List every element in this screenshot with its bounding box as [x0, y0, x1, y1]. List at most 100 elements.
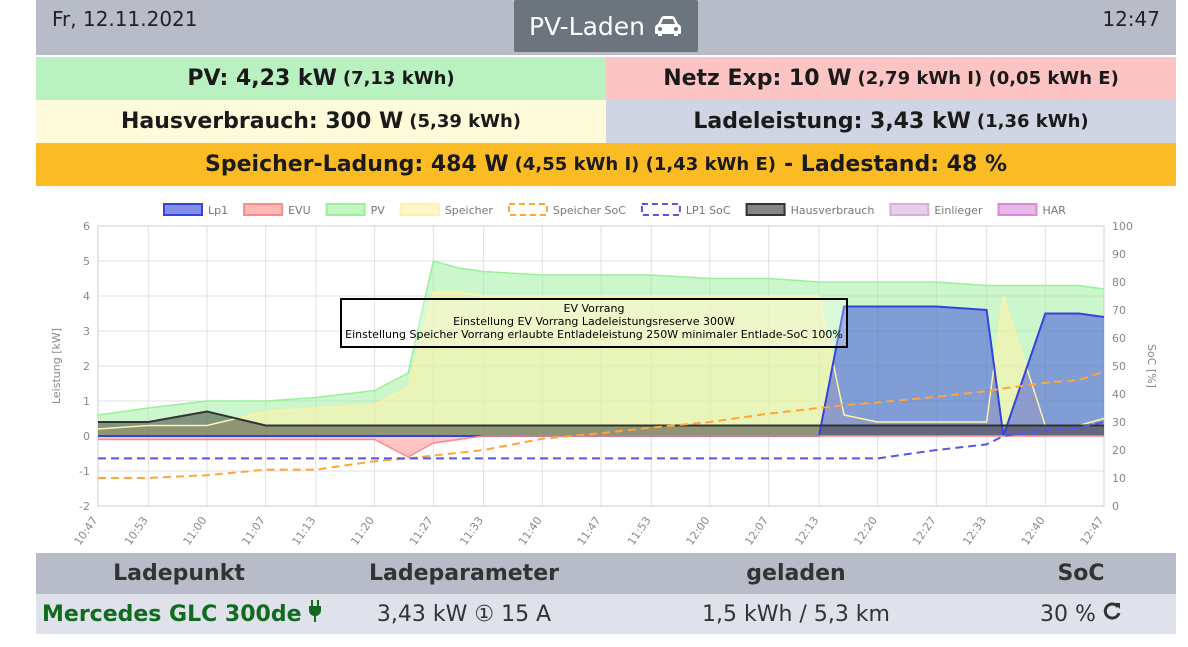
- legend-label: Einlieger: [934, 204, 983, 217]
- hausverbrauch-tile: Hausverbrauch: 300 W (5,39 kWh): [36, 100, 606, 143]
- y-tick-label: 5: [83, 255, 90, 268]
- y2-tick-label: 0: [1112, 500, 1119, 513]
- date-label: Fr, 12.11.2021: [52, 7, 198, 31]
- vehicle-cell[interactable]: Mercedes GLC 300de: [36, 594, 328, 634]
- annotation-line: Einstellung EV Vorrang Ladeleistungsrese…: [453, 315, 735, 328]
- y-tick-label: -1: [79, 465, 90, 478]
- legend-swatch: [507, 203, 548, 216]
- y-tick-label: -2: [79, 500, 90, 513]
- legend-swatch: [745, 203, 786, 216]
- y2-tick-label: 20: [1112, 444, 1126, 457]
- y2-tick-label: 70: [1112, 304, 1126, 317]
- legend-item[interactable]: Einlieger: [889, 203, 983, 217]
- vehicle-name: Mercedes GLC 300de: [42, 601, 302, 627]
- legend-label: HAR: [1042, 204, 1066, 217]
- y2-axis-label: SoC [%]: [1145, 344, 1158, 388]
- y-tick-label: 6: [83, 220, 90, 233]
- annotation-line: Einstellung Speicher Vorrang erlaubte En…: [345, 328, 843, 341]
- x-tick-label: 11:13: [290, 514, 319, 547]
- time-label: 12:47: [1102, 7, 1160, 31]
- legend-item[interactable]: PV: [325, 203, 386, 217]
- haus-value: Hausverbrauch: 300 W: [120, 109, 404, 134]
- legend-swatch: [325, 203, 366, 216]
- x-tick-label: 11:27: [407, 514, 436, 547]
- ladeparameter-value: 3,43 kW ① 15 A: [376, 601, 552, 627]
- x-tick-label: 11:53: [625, 514, 654, 547]
- x-tick-label: 11:47: [575, 514, 604, 547]
- car-icon: [653, 15, 683, 37]
- chart-annotation: EV VorrangEinstellung EV Vorrang Ladelei…: [340, 298, 848, 348]
- col-soc: SoC: [1057, 561, 1105, 586]
- pv-value: PV: 4,23 kW: [187, 66, 337, 91]
- y-axis-label: Leistung [kW]: [50, 328, 63, 404]
- x-tick-label: 12:27: [910, 514, 939, 547]
- x-tick-label: 12:13: [793, 514, 822, 547]
- y-tick-label: 3: [83, 325, 90, 338]
- legend-item[interactable]: Speicher: [399, 203, 494, 217]
- x-tick-label: 12:00: [684, 514, 713, 547]
- speicher-tile: Speicher-Ladung: 484 W (4,55 kWh I) (1,43…: [36, 143, 1176, 186]
- y2-tick-label: 50: [1112, 360, 1126, 373]
- legend-item[interactable]: LP1 SoC: [640, 203, 731, 217]
- refresh-icon[interactable]: [1102, 601, 1122, 627]
- speicher-detail: (4,55 kWh I) (1,43 kWh E): [514, 154, 777, 175]
- x-tick-label: 12:20: [851, 514, 880, 547]
- x-tick-label: 11:00: [181, 514, 210, 547]
- x-tick-label: 11:20: [348, 514, 377, 547]
- netz-tile: Netz Exp: 10 W (2,79 kWh I) (0,05 kWh E): [606, 57, 1176, 100]
- x-tick-label: 10:47: [72, 514, 101, 547]
- legend-label: Hausverbrauch: [791, 204, 875, 217]
- pv-detail: (7,13 kWh): [342, 68, 455, 89]
- netz-value: Netz Exp: 10 W: [663, 66, 852, 91]
- x-tick-label: 12:07: [742, 514, 771, 547]
- x-tick-label: 10:53: [122, 514, 151, 547]
- haus-detail: (5,39 kWh): [409, 111, 522, 132]
- y2-tick-label: 80: [1112, 276, 1126, 289]
- speicher-soc: - Ladestand: 48 %: [784, 152, 1007, 177]
- legend-label: Speicher: [445, 204, 494, 217]
- legend-item[interactable]: Hausverbrauch: [745, 203, 875, 217]
- x-tick-label: 12:47: [1078, 514, 1107, 547]
- legend-label: PV: [371, 204, 386, 217]
- legend-item[interactable]: Lp1: [163, 203, 228, 217]
- legend-label: LP1 SoC: [686, 204, 731, 217]
- y-tick-label: 4: [83, 290, 90, 303]
- col-ladepunkt: Ladepunkt: [113, 561, 245, 586]
- soc-value: 30 %: [1040, 601, 1096, 627]
- geladen-value: 1,5 kWh / 5,3 km: [702, 601, 890, 627]
- y-tick-label: 2: [83, 360, 90, 373]
- plug-icon: [308, 600, 322, 628]
- x-tick-label: 12:40: [1019, 514, 1048, 547]
- y2-tick-label: 60: [1112, 332, 1126, 345]
- title-button[interactable]: PV-Laden: [514, 0, 698, 52]
- legend-item[interactable]: Speicher SoC: [507, 203, 626, 217]
- x-tick-label: 11:40: [516, 514, 545, 547]
- ladeleistung-tile: Ladeleistung: 3,43 kW (1,36 kWh): [606, 100, 1176, 143]
- legend-item[interactable]: EVU: [243, 203, 311, 217]
- legend-label: Lp1: [208, 204, 228, 217]
- chart-areas: [98, 261, 1104, 457]
- y2-tick-label: 10: [1112, 472, 1126, 485]
- annotation-line: EV Vorrang: [564, 302, 625, 315]
- x-tick-label: 11:07: [239, 514, 268, 547]
- pv-tile: PV: 4,23 kW (7,13 kWh): [36, 57, 606, 100]
- y-tick-label: 1: [83, 395, 90, 408]
- power-chart[interactable]: Lp1 EVU PV Speicher Speicher SoC LP1 SoC Hausv…: [36, 196, 1176, 550]
- ladepunkt-row[interactable]: Mercedes GLC 300de 3,43 kW ① 15 A 1,5 kW…: [36, 594, 1176, 634]
- col-ladeparameter: Ladeparameter: [369, 561, 559, 586]
- lade-value: Ladeleistung: 3,43 kW: [693, 109, 971, 134]
- legend-label: EVU: [288, 204, 311, 217]
- legend-swatch: [163, 203, 203, 216]
- netz-detail: (2,79 kWh I) (0,05 kWh E): [857, 68, 1119, 89]
- y2-tick-label: 40: [1112, 388, 1126, 401]
- header-bar: Fr, 12.11.2021 PV-Laden 12:47: [36, 0, 1176, 55]
- x-tick-label: 11:33: [457, 514, 486, 547]
- title-label: PV-Laden: [528, 11, 646, 41]
- speicher-value: Speicher-Ladung: 484 W: [205, 152, 509, 177]
- y2-tick-label: 100: [1112, 220, 1133, 233]
- legend-label: Speicher SoC: [553, 204, 626, 217]
- soc-cell[interactable]: 30 %: [986, 594, 1176, 634]
- legend-swatch: [399, 203, 440, 216]
- legend-item[interactable]: HAR: [997, 203, 1066, 217]
- chart-legend[interactable]: Lp1 EVU PV Speicher Speicher SoC LP1 SoC Hausv…: [163, 203, 1066, 217]
